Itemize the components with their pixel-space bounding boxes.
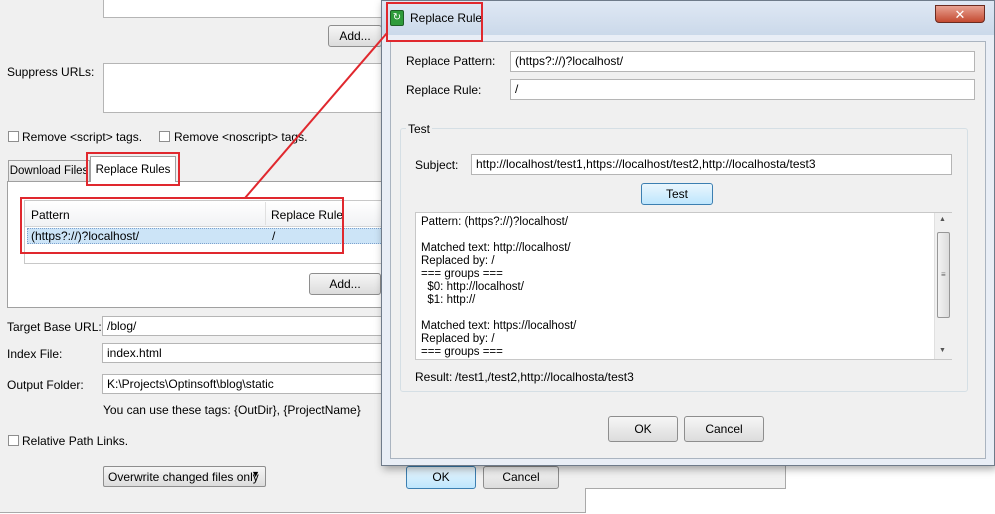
annotation-line xyxy=(244,32,388,199)
annotation-connector xyxy=(244,32,388,199)
